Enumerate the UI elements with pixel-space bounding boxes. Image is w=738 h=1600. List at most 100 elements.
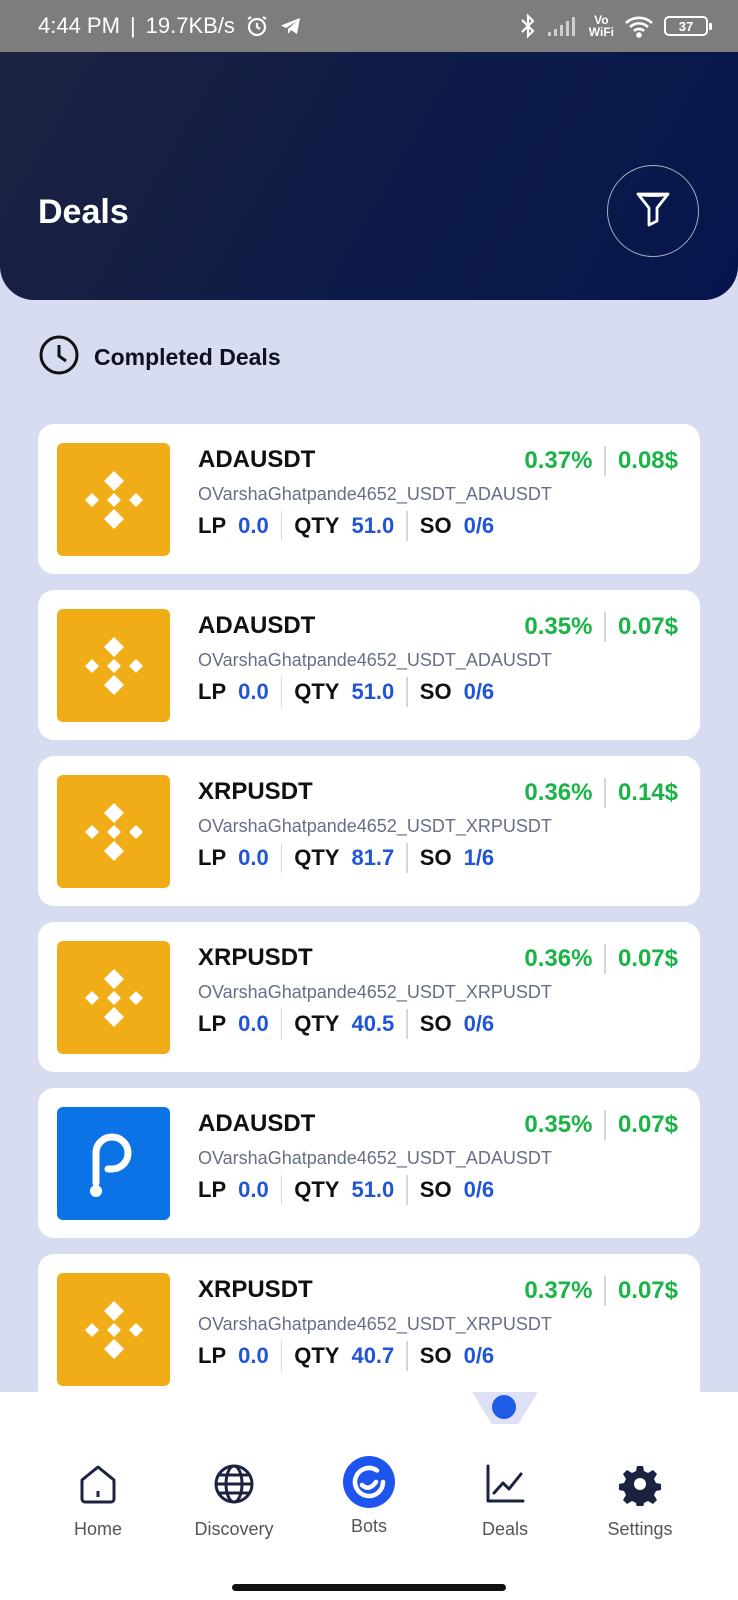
deal-card[interactable]: ADAUSDT 0.35% 0.07$ OVarshaGhatpande4652…: [38, 1088, 700, 1238]
deal-profit: 0.07$: [617, 1111, 678, 1138]
so-label: SO: [419, 1177, 452, 1202]
divider: [406, 511, 408, 541]
deal-bot-name: OVarshaGhatpande4652_USDT_XRPUSDT: [198, 982, 552, 1002]
so-label: SO: [419, 513, 452, 538]
divider: [406, 1175, 408, 1205]
deal-percent: 0.35%: [524, 613, 593, 640]
binance-logo-icon: [57, 941, 170, 1054]
status-time: 4:44 PM: [38, 13, 120, 38]
qty-value: 40.5: [351, 1011, 395, 1036]
deal-stats: LP 0.0 QTY 81.7 SO 1/6: [198, 843, 494, 873]
status-right: Vo WiFi 37: [519, 13, 712, 39]
vowifi-label: Vo WiFi: [589, 14, 614, 38]
deal-profit-group: 0.35% 0.07$: [524, 612, 678, 642]
binance-logo-icon: [57, 1273, 170, 1386]
divider: [406, 843, 408, 873]
divider: [280, 511, 283, 541]
chart-line-icon: [483, 1462, 527, 1511]
divider: [604, 944, 606, 974]
deal-pair: ADAUSDT: [198, 1110, 316, 1137]
deal-profit-group: 0.36% 0.14$: [524, 778, 678, 808]
home-indicator[interactable]: [232, 1584, 506, 1591]
divider: [604, 1276, 606, 1306]
so-value: 0/6: [463, 1343, 495, 1368]
nav-label-deals: Deals: [481, 1519, 529, 1539]
deal-profit-group: 0.37% 0.07$: [524, 1276, 678, 1306]
battery-level: 37: [678, 18, 694, 34]
lp-label: LP: [198, 1177, 227, 1202]
nav-label-bots: Bots: [350, 1516, 388, 1536]
filter-button[interactable]: [607, 165, 699, 257]
divider: [280, 843, 283, 873]
qty-label: QTY: [294, 679, 340, 704]
header: Deals: [0, 52, 738, 300]
deal-bot-name: OVarshaGhatpande4652_USDT_ADAUSDT: [198, 1148, 552, 1168]
binance-logo-icon: [57, 609, 170, 722]
so-label: SO: [419, 1343, 452, 1368]
status-separator: |: [129, 13, 136, 38]
so-value: 0/6: [463, 1011, 495, 1036]
bottom-nav: Home Discovery Bots Deals Settings: [0, 1392, 738, 1600]
divider: [280, 1341, 283, 1371]
deal-stats: LP 0.0 QTY 40.5 SO 0/6: [198, 1009, 494, 1039]
telegram-icon: [279, 14, 303, 38]
divider: [406, 1341, 408, 1371]
lp-value: 0.0: [238, 513, 269, 538]
polkadot-logo-icon: [57, 1107, 170, 1220]
so-label: SO: [419, 1011, 452, 1036]
home-icon: [76, 1462, 120, 1511]
nav-item-settings[interactable]: Settings: [580, 1462, 700, 1540]
alarm-icon: [245, 14, 269, 38]
deal-card[interactable]: ADAUSDT 0.35% 0.07$ OVarshaGhatpande4652…: [38, 590, 700, 740]
nav-item-home[interactable]: Home: [38, 1462, 158, 1540]
deal-percent: 0.36%: [524, 779, 593, 806]
deal-card[interactable]: ADAUSDT 0.37% 0.08$ OVarshaGhatpande4652…: [38, 424, 700, 574]
nav-item-deals[interactable]: Deals: [445, 1462, 565, 1540]
deal-profit-group: 0.36% 0.07$: [524, 944, 678, 974]
deal-bot-name: OVarshaGhatpande4652_USDT_ADAUSDT: [198, 650, 552, 670]
deal-percent: 0.37%: [524, 447, 593, 474]
deal-bot-name: OVarshaGhatpande4652_USDT_XRPUSDT: [198, 1314, 552, 1334]
qty-value: 51.0: [351, 679, 395, 704]
status-left: 4:44 PM | 19.7KB/s: [38, 13, 303, 39]
deal-profit-group: 0.35% 0.07$: [524, 1110, 678, 1140]
status-speed: 19.7KB/s: [145, 13, 235, 38]
divider: [280, 677, 283, 707]
deal-card[interactable]: XRPUSDT 0.37% 0.07$ OVarshaGhatpande4652…: [38, 1254, 700, 1392]
nav-item-discovery[interactable]: Discovery: [174, 1462, 294, 1540]
deal-bot-name: OVarshaGhatpande4652_USDT_ADAUSDT: [198, 484, 552, 504]
vowifi-bottom: WiFi: [588, 25, 614, 39]
page-title: Deals: [38, 193, 129, 231]
deal-card[interactable]: XRPUSDT 0.36% 0.07$ OVarshaGhatpande4652…: [38, 922, 700, 1072]
divider: [604, 1110, 606, 1140]
divider: [280, 1009, 283, 1039]
section-title: Completed Deals: [94, 344, 281, 370]
binance-logo-icon: [57, 775, 170, 888]
lp-value: 0.0: [238, 679, 269, 704]
so-label: SO: [419, 679, 452, 704]
nav-label-home: Home: [73, 1519, 122, 1539]
deal-profit: 0.07$: [617, 613, 678, 640]
divider: [280, 1175, 283, 1205]
so-value: 0/6: [463, 1177, 495, 1202]
so-value: 0/6: [463, 513, 495, 538]
qty-label: QTY: [294, 1177, 340, 1202]
bluetooth-icon: [519, 13, 537, 39]
signal-icon: [547, 15, 579, 37]
nav-label-discovery: Discovery: [194, 1519, 274, 1539]
lp-label: LP: [198, 513, 227, 538]
qty-value: 51.0: [351, 1177, 395, 1202]
deal-bot-name: OVarshaGhatpande4652_USDT_XRPUSDT: [198, 816, 552, 836]
deal-percent: 0.37%: [524, 1277, 593, 1304]
qty-value: 81.7: [351, 845, 395, 870]
qty-value: 40.7: [351, 1343, 395, 1368]
lp-value: 0.0: [238, 1177, 269, 1202]
nav-item-bots[interactable]: Bots: [309, 1456, 429, 1537]
deal-pair: XRPUSDT: [198, 778, 313, 805]
deal-stats: LP 0.0 QTY 51.0 SO 0/6: [198, 511, 494, 541]
deal-profit: 0.08$: [617, 447, 678, 474]
deal-pair: ADAUSDT: [198, 446, 316, 473]
lp-value: 0.0: [238, 845, 269, 870]
deal-card[interactable]: XRPUSDT 0.36% 0.14$ OVarshaGhatpande4652…: [38, 756, 700, 906]
deals-list[interactable]: ADAUSDT 0.37% 0.08$ OVarshaGhatpande4652…: [38, 424, 700, 1392]
